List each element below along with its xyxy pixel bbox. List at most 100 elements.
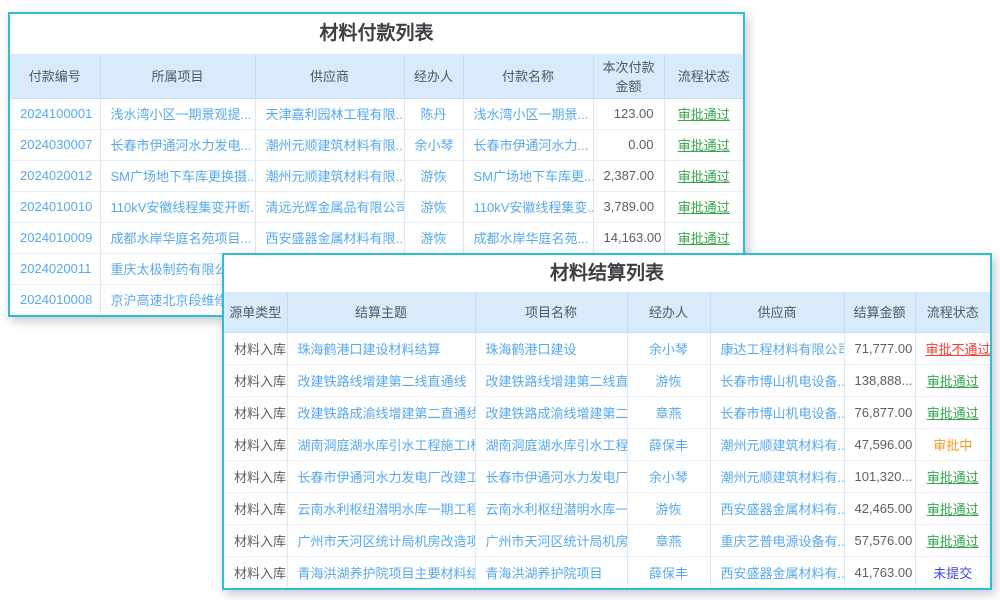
cell-project[interactable]: 110kV安徽线程集变开断...: [100, 191, 255, 222]
cell-status[interactable]: 审批通过: [664, 98, 743, 129]
cell-supplier[interactable]: 清远光辉金属品有限公司: [255, 191, 404, 222]
cell-project-name[interactable]: 广州市天河区统计局机房...: [475, 524, 627, 556]
col-header-supplier: 供应商: [255, 54, 404, 98]
table-row: 材料入库 改建铁路线增建第二线直通线（成... 改建铁路线增建第二线直... 游…: [224, 364, 990, 396]
table-row: 2024100001 浅水湾小区一期景观提... 天津嘉利园林工程有限... 陈…: [10, 98, 743, 129]
cell-payment-no[interactable]: 2024030007: [10, 129, 100, 160]
cell-supplier[interactable]: 长春市博山机电设备...: [710, 396, 844, 428]
cell-project-name[interactable]: 青海洪湖养护院项目: [475, 556, 627, 588]
cell-handler[interactable]: 余小琴: [627, 460, 710, 492]
cell-status[interactable]: 审批通过: [664, 129, 743, 160]
table-row: 材料入库 广州市天河区统计局机房改造项目... 广州市天河区统计局机房... 章…: [224, 524, 990, 556]
cell-status[interactable]: 审批通过: [915, 460, 990, 492]
cell-subject[interactable]: 青海洪湖养护院项目主要材料结算: [287, 556, 475, 588]
cell-payment-name[interactable]: 110kV安徽线程集变...: [463, 191, 593, 222]
settlement-list-window: 材料结算列表 源单类型 结算主题 项目名称 经办人 供应商 结算金额 流程状态 …: [222, 253, 992, 590]
cell-status[interactable]: 审批通过: [664, 160, 743, 191]
table-row: 材料入库 珠海鹤港口建设材料结算 珠海鹤港口建设 余小琴 康达工程材料有限公司 …: [224, 332, 990, 364]
cell-source-type: 材料入库: [224, 556, 287, 588]
payment-list-title: 材料付款列表: [10, 14, 743, 54]
cell-amount: 2,387.00: [593, 160, 664, 191]
cell-subject[interactable]: 珠海鹤港口建设材料结算: [287, 332, 475, 364]
col-header-status: 流程状态: [664, 54, 743, 98]
cell-supplier[interactable]: 西安盛器金属材料有...: [710, 492, 844, 524]
cell-handler[interactable]: 陈丹: [404, 98, 463, 129]
cell-supplier[interactable]: 潮州元顺建筑材料有...: [710, 428, 844, 460]
table-row: 2024010010 110kV安徽线程集变开断... 清远光辉金属品有限公司 …: [10, 191, 743, 222]
cell-subject[interactable]: 改建铁路线增建第二线直通线（成...: [287, 364, 475, 396]
page: 材料付款列表 付款编号 所属项目 供应商 经办人 付款名称 本次付款金额 流程状…: [0, 0, 1000, 600]
cell-project-name[interactable]: 长春市伊通河水力发电厂...: [475, 460, 627, 492]
table-row: 材料入库 长春市伊通河水力发电厂改建工程... 长春市伊通河水力发电厂... 余…: [224, 460, 990, 492]
cell-handler[interactable]: 章燕: [627, 396, 710, 428]
cell-amount: 3,789.00: [593, 191, 664, 222]
cell-amount: 41,763.00: [844, 556, 915, 588]
cell-supplier[interactable]: 康达工程材料有限公司: [710, 332, 844, 364]
cell-status[interactable]: 审批通过: [664, 191, 743, 222]
cell-payment-no[interactable]: 2024010008: [10, 284, 100, 315]
cell-status[interactable]: 审批通过: [915, 492, 990, 524]
cell-payment-no[interactable]: 2024020011: [10, 253, 100, 284]
cell-subject[interactable]: 湖南洞庭湖水库引水工程施工I标材...: [287, 428, 475, 460]
cell-status[interactable]: 审批通过: [915, 524, 990, 556]
cell-payment-name[interactable]: 浅水湾小区一期景...: [463, 98, 593, 129]
cell-payment-name[interactable]: 长春市伊通河水力...: [463, 129, 593, 160]
table-row: 材料入库 改建铁路成渝线增建第二直通线（... 改建铁路成渝线增建第二... 章…: [224, 396, 990, 428]
cell-amount: 101,320...: [844, 460, 915, 492]
cell-project-name[interactable]: 改建铁路线增建第二线直...: [475, 364, 627, 396]
cell-supplier[interactable]: 潮州元顺建筑材料有...: [710, 460, 844, 492]
cell-project[interactable]: 长春市伊通河水力发电...: [100, 129, 255, 160]
cell-subject[interactable]: 广州市天河区统计局机房改造项目...: [287, 524, 475, 556]
cell-payment-name[interactable]: SM广场地下车库更...: [463, 160, 593, 191]
cell-project-name[interactable]: 珠海鹤港口建设: [475, 332, 627, 364]
col-header-payment-name: 付款名称: [463, 54, 593, 98]
cell-subject[interactable]: 改建铁路成渝线增建第二直通线（...: [287, 396, 475, 428]
cell-project[interactable]: SM广场地下车库更换摄...: [100, 160, 255, 191]
cell-handler[interactable]: 余小琴: [627, 332, 710, 364]
cell-amount: 42,465.00: [844, 492, 915, 524]
payment-table-header-row: 付款编号 所属项目 供应商 经办人 付款名称 本次付款金额 流程状态: [10, 54, 743, 98]
cell-handler[interactable]: 游恢: [627, 492, 710, 524]
cell-handler[interactable]: 章燕: [627, 524, 710, 556]
cell-supplier[interactable]: 长春市博山机电设备...: [710, 364, 844, 396]
cell-project-name[interactable]: 湖南洞庭湖水库引水工程...: [475, 428, 627, 460]
cell-status[interactable]: 审批不通过: [915, 332, 990, 364]
cell-source-type: 材料入库: [224, 524, 287, 556]
cell-handler[interactable]: 游恢: [404, 160, 463, 191]
cell-handler[interactable]: 薛保丰: [627, 428, 710, 460]
cell-amount: 123.00: [593, 98, 664, 129]
col-header-payment-no: 付款编号: [10, 54, 100, 98]
cell-handler[interactable]: 余小琴: [404, 129, 463, 160]
cell-project-name[interactable]: 改建铁路成渝线增建第二...: [475, 396, 627, 428]
cell-handler[interactable]: 游恢: [627, 364, 710, 396]
cell-amount: 76,877.00: [844, 396, 915, 428]
cell-subject[interactable]: 云南水利枢纽潜明水库一期工程施...: [287, 492, 475, 524]
cell-payment-no[interactable]: 2024100001: [10, 98, 100, 129]
cell-amount: 71,777.00: [844, 332, 915, 364]
cell-project[interactable]: 浅水湾小区一期景观提...: [100, 98, 255, 129]
cell-status: 未提交: [915, 556, 990, 588]
cell-supplier[interactable]: 西安盛器金属材料有限...: [255, 222, 404, 253]
cell-project[interactable]: 成都水岸华庭名苑项目...: [100, 222, 255, 253]
cell-supplier[interactable]: 潮州元顺建筑材料有限...: [255, 129, 404, 160]
settlement-list-title: 材料结算列表: [224, 255, 990, 292]
cell-payment-no[interactable]: 2024020012: [10, 160, 100, 191]
cell-status[interactable]: 审批通过: [915, 396, 990, 428]
cell-payment-name[interactable]: 成都水岸华庭名苑...: [463, 222, 593, 253]
cell-supplier[interactable]: 西安盛器金属材料有...: [710, 556, 844, 588]
cell-source-type: 材料入库: [224, 332, 287, 364]
cell-payment-no[interactable]: 2024010009: [10, 222, 100, 253]
table-row: 2024010009 成都水岸华庭名苑项目... 西安盛器金属材料有限... 游…: [10, 222, 743, 253]
cell-handler[interactable]: 游恢: [404, 222, 463, 253]
col-header-amount: 结算金额: [844, 292, 915, 332]
cell-payment-no[interactable]: 2024010010: [10, 191, 100, 222]
cell-handler[interactable]: 游恢: [404, 191, 463, 222]
cell-supplier[interactable]: 潮州元顺建筑材料有限...: [255, 160, 404, 191]
cell-project-name[interactable]: 云南水利枢纽潜明水库一...: [475, 492, 627, 524]
cell-supplier[interactable]: 重庆艺普电源设备有...: [710, 524, 844, 556]
cell-handler[interactable]: 薛保丰: [627, 556, 710, 588]
cell-status[interactable]: 审批通过: [664, 222, 743, 253]
cell-status[interactable]: 审批通过: [915, 364, 990, 396]
cell-supplier[interactable]: 天津嘉利园林工程有限...: [255, 98, 404, 129]
cell-subject[interactable]: 长春市伊通河水力发电厂改建工程...: [287, 460, 475, 492]
